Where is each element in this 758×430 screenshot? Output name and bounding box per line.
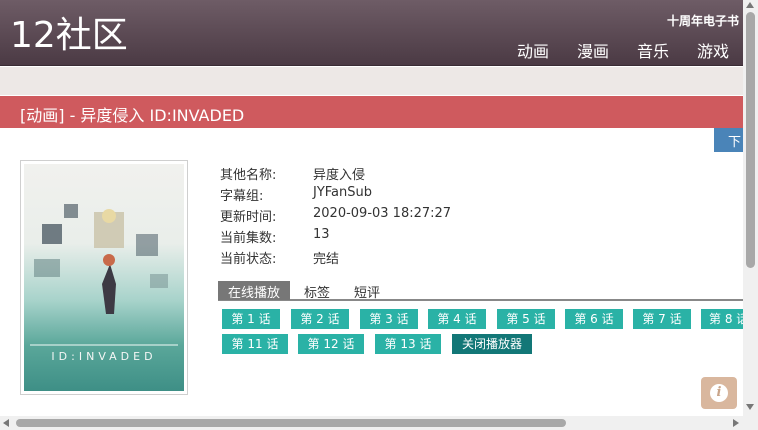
info-row-status: 当前状态: 完结: [220, 248, 451, 269]
episode-list: 第 1 话 第 2 话 第 3 话 第 4 话 第 5 话 第 6 话 第 7 …: [222, 309, 743, 359]
info-value: 2020-09-03 18:27:27: [313, 206, 452, 221]
poster-title-text: ID:INVADED: [51, 350, 157, 363]
episode-11-button[interactable]: 第 11 话: [222, 334, 288, 354]
horizontal-scroll-thumb[interactable]: [16, 419, 566, 427]
info-icon[interactable]: i: [701, 377, 737, 409]
episode-8-button[interactable]: 第 8 话: [701, 309, 743, 329]
episode-7-button[interactable]: 第 7 话: [633, 309, 691, 329]
info-row-subgroup: 字幕组: JYFanSub: [220, 185, 451, 206]
episode-13-button[interactable]: 第 13 话: [375, 334, 441, 354]
episode-1-button[interactable]: 第 1 话: [222, 309, 280, 329]
vertical-scrollbar[interactable]: [743, 0, 758, 416]
main-nav: 动画 漫画 音乐 游戏: [517, 38, 729, 62]
sub-header-strip: [0, 67, 743, 95]
tenth-anniversary-ebook-link[interactable]: 十周年电子书: [667, 12, 739, 29]
horizontal-scrollbar[interactable]: [0, 416, 743, 430]
poster-image: ID:INVADED: [20, 160, 188, 395]
episode-6-button[interactable]: 第 6 话: [565, 309, 623, 329]
tab-tags[interactable]: 标签: [294, 281, 340, 301]
episode-3-button[interactable]: 第 3 话: [360, 309, 418, 329]
info-row-episodes: 当前集数: 13: [220, 227, 451, 248]
page: 12社区 十周年电子书 动画 漫画 音乐 游戏 [动画] - 异度侵入 ID:I…: [0, 0, 758, 430]
nav-games[interactable]: 游戏: [697, 38, 729, 62]
nav-anime[interactable]: 动画: [517, 38, 549, 62]
info-label: 其他名称:: [220, 168, 277, 183]
episode-2-button[interactable]: 第 2 话: [291, 309, 349, 329]
scroll-up-arrow-icon[interactable]: [746, 2, 754, 8]
poster-artwork: ID:INVADED: [24, 164, 184, 391]
scroll-right-arrow-icon[interactable]: [733, 419, 739, 427]
nav-manga[interactable]: 漫画: [577, 38, 609, 62]
page-title-bar: [动画] - 异度侵入 ID:INVADED: [0, 96, 743, 128]
site-logo[interactable]: 12社区: [10, 14, 128, 58]
info-icon-glyph: i: [716, 385, 722, 400]
info-value: 完结: [313, 252, 340, 267]
info-row-alt-name: 其他名称: 异度入侵: [220, 164, 451, 185]
info-value: 13: [313, 227, 330, 242]
info-label: 更新时间:: [220, 210, 277, 225]
episode-row: 第 11 话 第 12 话 第 13 话 关闭播放器: [222, 334, 743, 359]
anime-info: 其他名称: 异度入侵 字幕组: JYFanSub 更新时间: 2020-09-0…: [220, 164, 451, 269]
page-title: [动画] - 异度侵入 ID:INVADED: [20, 106, 245, 125]
tab-online-play[interactable]: 在线播放: [218, 281, 291, 301]
tab-reviews[interactable]: 短评: [344, 281, 390, 301]
episode-12-button[interactable]: 第 12 话: [298, 334, 364, 354]
info-label: 当前集数:: [220, 231, 277, 246]
info-value: JYFanSub: [313, 185, 373, 200]
episode-5-button[interactable]: 第 5 话: [497, 309, 555, 329]
info-label: 当前状态:: [220, 252, 277, 267]
episode-4-button[interactable]: 第 4 话: [428, 309, 486, 329]
nav-music[interactable]: 音乐: [637, 38, 669, 62]
scroll-left-arrow-icon[interactable]: [3, 419, 9, 427]
download-button[interactable]: 下: [714, 128, 743, 152]
close-player-button[interactable]: 关闭播放器: [452, 334, 532, 354]
site-header: 12社区 十周年电子书 动画 漫画 音乐 游戏: [0, 0, 743, 66]
episode-row: 第 1 话 第 2 话 第 3 话 第 4 话 第 5 话 第 6 话 第 7 …: [222, 309, 743, 334]
vertical-scroll-thumb[interactable]: [746, 12, 755, 268]
scroll-down-arrow-icon[interactable]: [746, 404, 754, 410]
info-row-updated: 更新时间: 2020-09-03 18:27:27: [220, 206, 451, 227]
content-tabs: 在线播放 标签 短评: [218, 281, 743, 301]
scrollbar-corner: [743, 416, 758, 430]
info-label: 字幕组:: [220, 189, 264, 204]
info-value: 异度入侵: [313, 168, 366, 183]
